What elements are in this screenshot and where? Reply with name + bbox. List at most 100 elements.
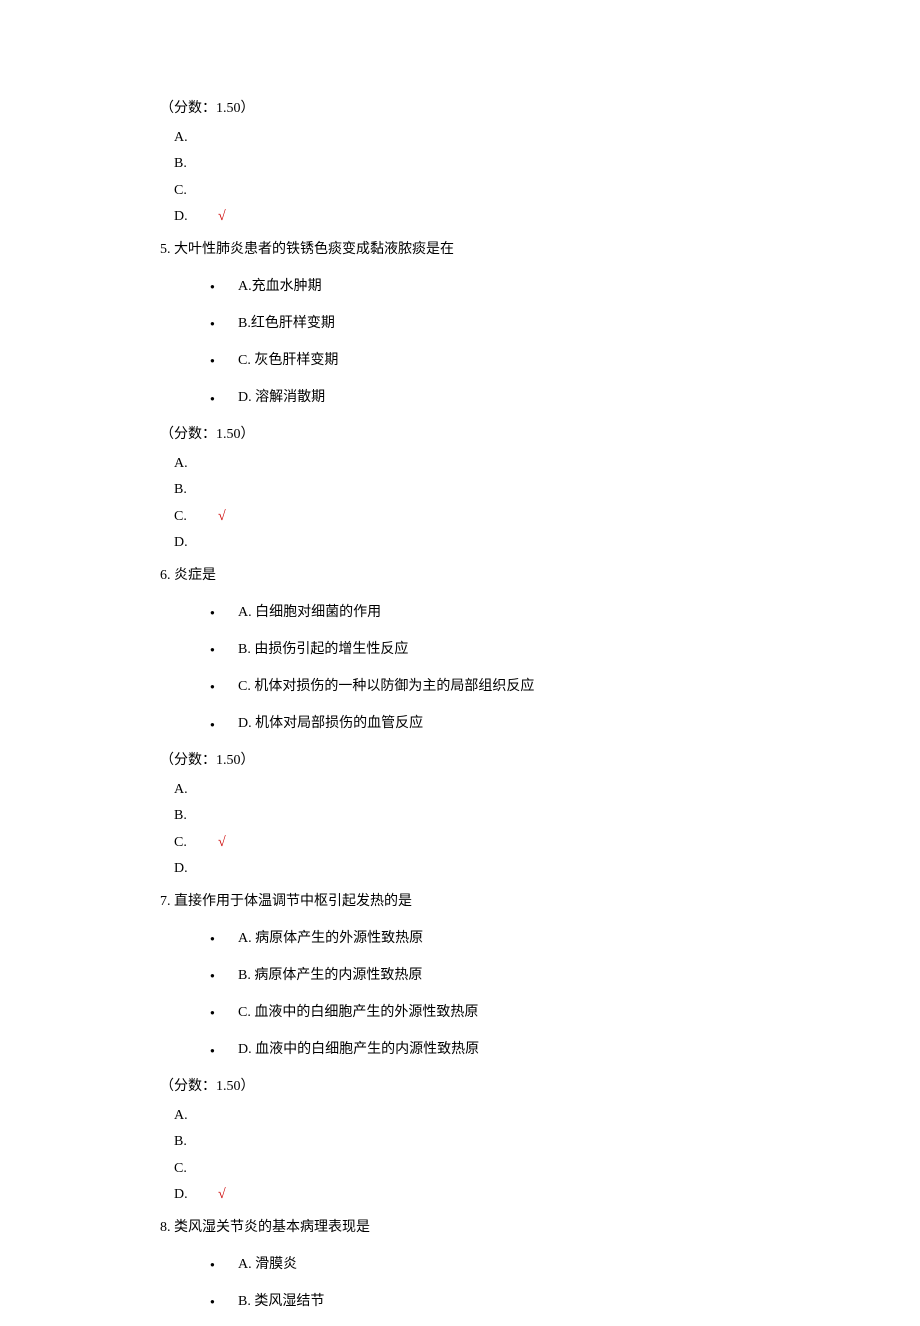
opt-text: D. 血液中的白细胞产生的内源性致热原	[238, 1042, 479, 1057]
q5-opt-a: ●A.充血水肿期	[210, 274, 770, 301]
page: （分数：1.50） A. B. C. D.√ 5. 大叶性肺炎患者的铁锈色痰变成…	[0, 0, 920, 1316]
q5-options: ●A.充血水肿期 ●B.红色肝样变期 ●C. 灰色肝样变期 ●D. 溶解消散期	[210, 274, 770, 412]
ans-letter-a: A.	[174, 125, 218, 152]
q5-ans-c: C.√	[174, 504, 770, 531]
q7-opt-a: ●A. 病原体产生的外源性致热原	[210, 926, 770, 953]
bullet-icon: ●	[210, 279, 238, 294]
q6-ans-c: C.√	[174, 830, 770, 857]
q7-score: （分数：1.50）	[160, 1074, 770, 1101]
opt-text: D. 机体对局部损伤的血管反应	[238, 716, 423, 731]
bullet-icon: ●	[210, 1043, 238, 1058]
q5-opt-d: ●D. 溶解消散期	[210, 385, 770, 412]
check-icon: √	[218, 835, 226, 850]
score-prefix: （分数：	[160, 101, 216, 116]
q6-ans-d: D.	[174, 856, 770, 883]
q6-options: ●A. 白细胞对细菌的作用 ●B. 由损伤引起的增生性反应 ●C. 机体对损伤的…	[210, 600, 770, 738]
q7-options: ●A. 病原体产生的外源性致热原 ●B. 病原体产生的内源性致热原 ●C. 血液…	[210, 926, 770, 1064]
ans-letter-b: B.	[174, 1129, 218, 1156]
q4-ans-d: D.√	[174, 204, 770, 231]
opt-text: C. 机体对损伤的一种以防御为主的局部组织反应	[238, 679, 534, 694]
opt-text: C. 血液中的白细胞产生的外源性致热原	[238, 1005, 478, 1020]
opt-text: A. 病原体产生的外源性致热原	[238, 931, 423, 946]
q6-title: 6. 炎症是	[160, 563, 770, 590]
ans-letter-b: B.	[174, 151, 218, 178]
opt-text: D. 溶解消散期	[238, 390, 325, 405]
q8-opt-a: ●A. 滑膜炎	[210, 1252, 770, 1279]
score-value: 1.50	[216, 753, 241, 768]
score-prefix: （分数：	[160, 427, 216, 442]
bullet-icon: ●	[210, 605, 238, 620]
q6-ans-b: B.	[174, 803, 770, 830]
q6-opt-d: ●D. 机体对局部损伤的血管反应	[210, 711, 770, 738]
opt-text: A.充血水肿期	[238, 279, 322, 294]
score-value: 1.50	[216, 427, 241, 442]
bullet-icon: ●	[210, 931, 238, 946]
q7-ans-a: A.	[174, 1103, 770, 1130]
q6-score: （分数：1.50）	[160, 748, 770, 775]
score-value: 1.50	[216, 1079, 241, 1094]
ans-letter-d: D.	[174, 856, 218, 883]
check-icon: √	[218, 509, 226, 524]
score-prefix: （分数：	[160, 753, 216, 768]
q8-opt-b: ●B. 类风湿结节	[210, 1289, 770, 1316]
bullet-icon: ●	[210, 717, 238, 732]
ans-letter-c: C.	[174, 178, 218, 205]
q7-ans-b: B.	[174, 1129, 770, 1156]
bullet-icon: ●	[210, 679, 238, 694]
ans-letter-d: D.	[174, 204, 218, 231]
opt-text: B. 由损伤引起的增生性反应	[238, 642, 408, 657]
q5-score: （分数：1.50）	[160, 422, 770, 449]
q7-ans-d: D.√	[174, 1182, 770, 1209]
ans-letter-c: C.	[174, 504, 218, 531]
opt-text: A. 滑膜炎	[238, 1257, 297, 1272]
q7-opt-b: ●B. 病原体产生的内源性致热原	[210, 963, 770, 990]
ans-letter-c: C.	[174, 830, 218, 857]
score-value: 1.50	[216, 101, 241, 116]
check-icon: √	[218, 1187, 226, 1202]
ans-letter-c: C.	[174, 1156, 218, 1183]
q7-opt-c: ●C. 血液中的白细胞产生的外源性致热原	[210, 1000, 770, 1027]
ans-letter-b: B.	[174, 803, 218, 830]
bullet-icon: ●	[210, 316, 238, 331]
score-suffix: ）	[241, 427, 255, 442]
bullet-icon: ●	[210, 391, 238, 406]
ans-letter-d: D.	[174, 1182, 218, 1209]
q4-ans-a: A.	[174, 125, 770, 152]
ans-letter-a: A.	[174, 1103, 218, 1130]
q6-ans-a: A.	[174, 777, 770, 804]
q8-options: ●A. 滑膜炎 ●B. 类风湿结节	[210, 1252, 770, 1316]
ans-letter-a: A.	[174, 451, 218, 478]
bullet-icon: ●	[210, 642, 238, 657]
q4-ans-c: C.	[174, 178, 770, 205]
opt-text: C. 灰色肝样变期	[238, 353, 338, 368]
q6-opt-b: ●B. 由损伤引起的增生性反应	[210, 637, 770, 664]
bullet-icon: ●	[210, 1257, 238, 1272]
score-suffix: ）	[241, 1079, 255, 1094]
q6-opt-c: ●C. 机体对损伤的一种以防御为主的局部组织反应	[210, 674, 770, 701]
q8-title: 8. 类风湿关节炎的基本病理表现是	[160, 1215, 770, 1242]
q5-ans-b: B.	[174, 477, 770, 504]
opt-text: B.红色肝样变期	[238, 316, 335, 331]
q6-opt-a: ●A. 白细胞对细菌的作用	[210, 600, 770, 627]
q7-ans-c: C.	[174, 1156, 770, 1183]
score-suffix: ）	[241, 753, 255, 768]
bullet-icon: ●	[210, 1005, 238, 1020]
score-prefix: （分数：	[160, 1079, 216, 1094]
opt-text: B. 病原体产生的内源性致热原	[238, 968, 422, 983]
ans-letter-d: D.	[174, 530, 218, 557]
bullet-icon: ●	[210, 353, 238, 368]
q7-title: 7. 直接作用于体温调节中枢引起发热的是	[160, 889, 770, 916]
ans-letter-b: B.	[174, 477, 218, 504]
q4-score: （分数：1.50）	[160, 96, 770, 123]
bullet-icon: ●	[210, 968, 238, 983]
q5-opt-c: ●C. 灰色肝样变期	[210, 348, 770, 375]
opt-text: A. 白细胞对细菌的作用	[238, 605, 381, 620]
q5-title: 5. 大叶性肺炎患者的铁锈色痰变成黏液脓痰是在	[160, 237, 770, 264]
q5-opt-b: ●B.红色肝样变期	[210, 311, 770, 338]
check-icon: √	[218, 209, 226, 224]
q7-opt-d: ●D. 血液中的白细胞产生的内源性致热原	[210, 1037, 770, 1064]
score-suffix: ）	[241, 101, 255, 116]
q5-ans-a: A.	[174, 451, 770, 478]
q4-ans-b: B.	[174, 151, 770, 178]
ans-letter-a: A.	[174, 777, 218, 804]
